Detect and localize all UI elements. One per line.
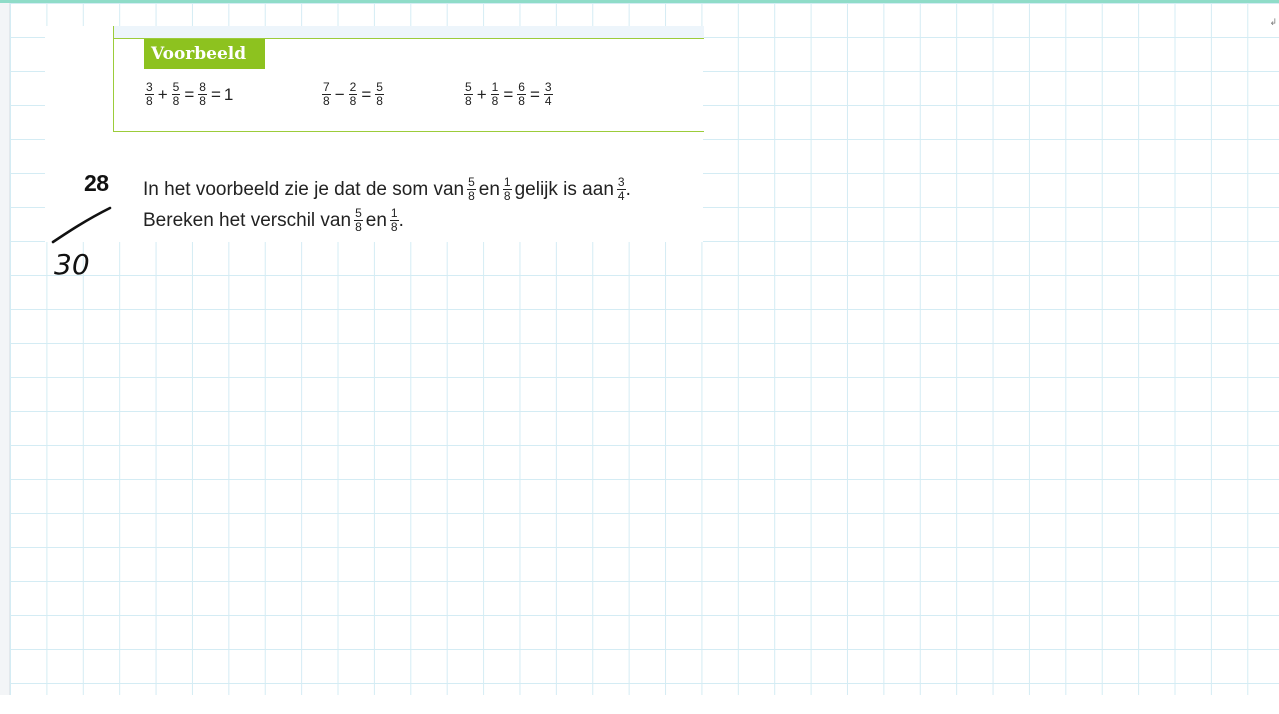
example-box-top <box>114 26 704 38</box>
text: Bereken het verschil van <box>143 209 352 231</box>
handwritten-annotation: 30 <box>51 206 112 280</box>
example-equation-1: 38 + 58 = 88 = 1 <box>144 81 233 108</box>
text: In het voorbeeld zie je dat de som van <box>143 178 465 200</box>
worksheet-snippet: Voorbeeld 38 + 58 = 88 = 1 78 − 28 = 58 … <box>45 26 704 242</box>
text: gelijk is aan <box>514 178 614 200</box>
left-edge-panel <box>0 3 10 714</box>
fraction: 58 <box>171 80 181 108</box>
text: . <box>625 178 631 200</box>
equals: = <box>529 84 540 104</box>
example-box: Voorbeeld 38 + 58 = 88 = 1 78 − 28 = 58 … <box>113 26 704 132</box>
equals: = <box>361 84 372 104</box>
bottom-strip <box>0 695 1279 714</box>
operator: + <box>476 84 487 104</box>
example-tag: Voorbeeld <box>144 39 265 69</box>
exercise-question-line-1: In het voorbeeld zie je dat de som van 5… <box>143 176 631 203</box>
equals: = <box>210 84 221 104</box>
fraction: 58 <box>354 206 363 234</box>
example-equation-3: 58 + 18 = 68 = 34 <box>463 81 554 108</box>
fraction: 88 <box>198 80 207 108</box>
text: . <box>398 209 404 231</box>
fraction: 58 <box>467 175 476 203</box>
exercise-number: 28 <box>84 170 109 196</box>
fraction: 58 <box>375 80 384 108</box>
result-value: 1 <box>223 84 234 104</box>
handwritten-number: 30 <box>54 248 90 280</box>
operator: + <box>157 84 168 104</box>
fraction: 28 <box>348 80 358 108</box>
fraction: 34 <box>543 80 553 108</box>
fraction: 18 <box>490 80 500 108</box>
text: en <box>478 178 500 200</box>
fraction: 58 <box>464 80 473 108</box>
fraction: 68 <box>517 80 526 108</box>
operator: − <box>334 84 345 104</box>
text: en <box>365 209 387 231</box>
fraction: 34 <box>616 175 626 203</box>
fraction: 18 <box>502 175 512 203</box>
equals: = <box>184 84 195 104</box>
fraction: 78 <box>322 80 331 108</box>
resize-icon[interactable]: ↲ <box>1269 17 1277 28</box>
example-equation-2: 78 − 28 = 58 <box>321 81 385 108</box>
exercise-question-line-2: Bereken het verschil van 58 en 18 . <box>143 207 404 234</box>
fraction: 18 <box>389 206 399 234</box>
equals: = <box>503 84 514 104</box>
fraction: 38 <box>145 80 154 108</box>
